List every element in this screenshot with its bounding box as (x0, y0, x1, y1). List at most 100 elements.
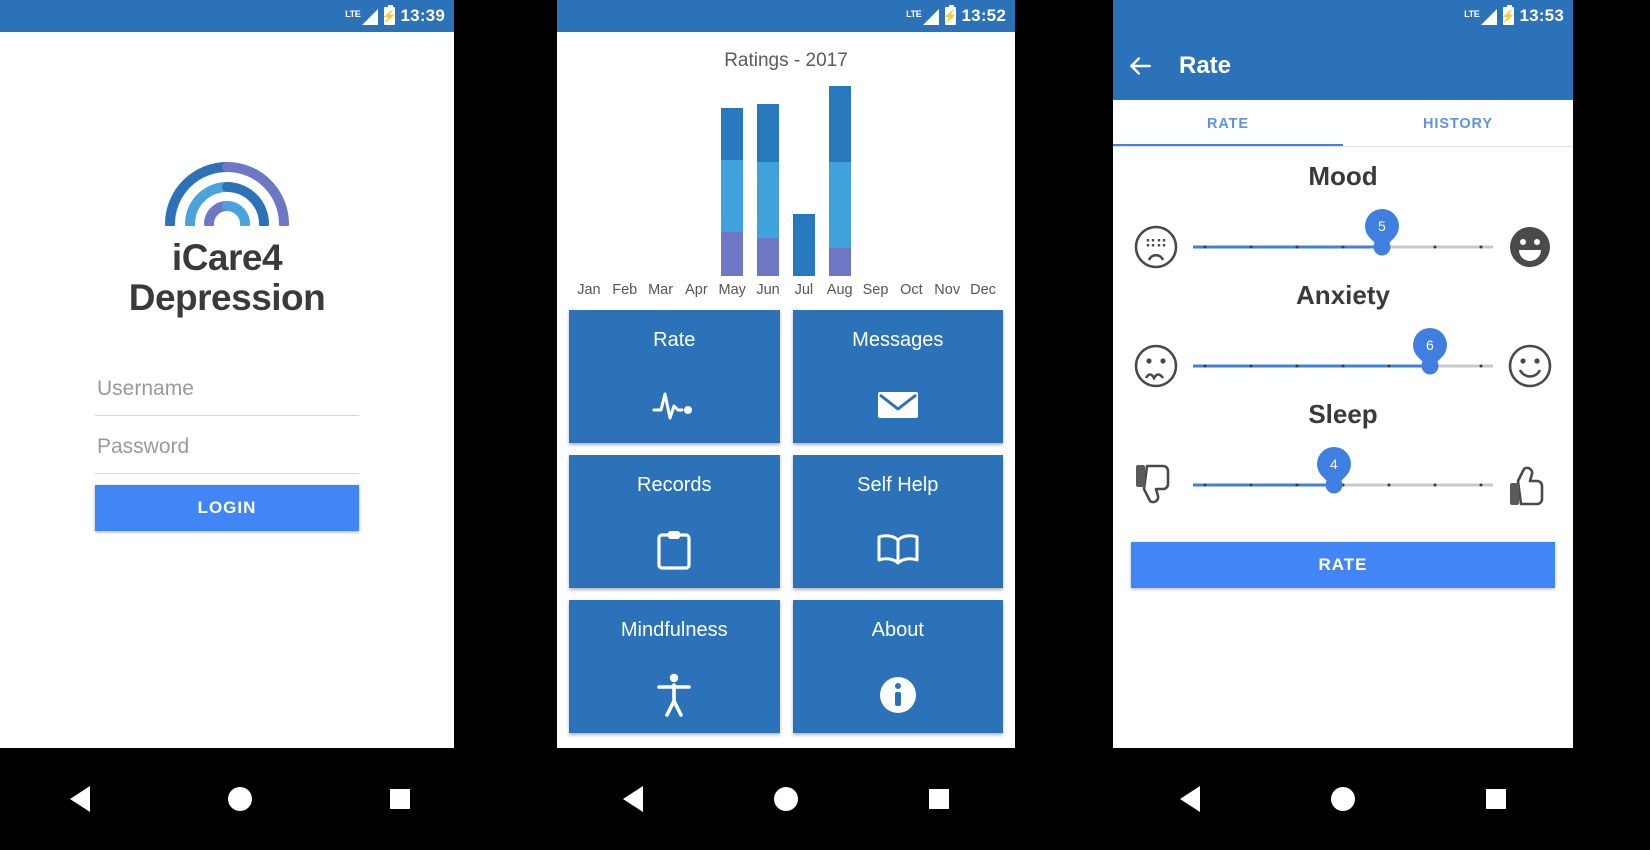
slider-tick (1479, 364, 1483, 368)
bolt-glyph: ⚡ (381, 9, 397, 23)
chart-bar-slot (750, 76, 786, 276)
brand-title: iCare4 Depression (129, 238, 326, 318)
home-nav-icon (1331, 787, 1355, 811)
slider-group-anxiety: Anxiety 6 (1113, 280, 1573, 393)
chart-bar-slot (822, 76, 858, 276)
clipboard-icon (657, 511, 691, 588)
recents-nav-icon (1486, 789, 1507, 809)
slider-tick (1479, 483, 1483, 487)
back-nav-icon (1179, 786, 1200, 812)
nav-recents-button[interactable] (862, 789, 1015, 809)
crying-face-icon (1131, 222, 1181, 272)
slider-tick (1203, 364, 1207, 368)
nav-back-button[interactable] (557, 786, 710, 812)
slider-track-fill (1193, 483, 1334, 487)
chart-bar-segment (757, 162, 780, 238)
lte-label: LTE (906, 8, 922, 19)
slider-track[interactable]: 6 (1193, 320, 1493, 391)
signal-bars-icon (1480, 8, 1497, 25)
chart-bar-segment (757, 238, 780, 276)
signal-bars-icon (922, 8, 939, 25)
slider-group-mood: Mood 5 (1113, 161, 1573, 274)
slider-label: Mood (1308, 161, 1378, 191)
slider-value: 6 (1426, 337, 1434, 354)
phone-dashboard: LTE ⚡ 13:52 Ratings - 2017 Jan Feb Mar Apr M… (557, 0, 1015, 850)
nav-home-button[interactable] (160, 787, 320, 811)
chart-bar-slot (786, 76, 822, 276)
back-nav-icon (70, 786, 91, 812)
slider-tick (1295, 245, 1299, 249)
worried-face-icon (1131, 341, 1181, 391)
chart-month-label: Nov (934, 282, 961, 298)
chart-bar-segment (721, 160, 744, 232)
password-input[interactable] (95, 421, 359, 474)
slider-track-fill (1193, 245, 1382, 249)
tile-rate[interactable]: Rate (569, 310, 780, 443)
lte-label: LTE (345, 8, 361, 19)
android-nav-bar (1113, 748, 1573, 850)
chart-bar (828, 86, 851, 276)
slider-track-fill (1193, 364, 1430, 368)
network-signal-icon: LTE (906, 7, 939, 26)
nav-home-button[interactable] (1266, 787, 1419, 811)
chart-bar-slot (643, 76, 679, 276)
chart-month-label: Oct (900, 282, 923, 298)
slider-track[interactable]: 5 (1193, 201, 1493, 272)
tile-mindfulness[interactable]: Mindfulness (569, 600, 780, 733)
brand-line-1: iCare4 (171, 237, 283, 278)
page-title: Rate (1179, 52, 1232, 79)
chart-month-label: Mar (648, 282, 674, 298)
home-nav-icon (773, 787, 798, 811)
nav-back-button[interactable] (1113, 786, 1266, 812)
tile-records[interactable]: Records (569, 455, 780, 588)
tile-messages[interactable]: Messages (792, 310, 1003, 443)
slider-row: 4 (1113, 439, 1573, 512)
slider-tick (1433, 483, 1437, 487)
nav-back-button[interactable] (0, 786, 160, 812)
status-bar: LTE ⚡ 13:53 (1113, 0, 1573, 32)
android-nav-bar (557, 748, 1015, 850)
tile-label: Mindfulness (620, 619, 728, 641)
chart-bar-slot (714, 76, 750, 276)
slider-track[interactable]: 4 (1193, 439, 1493, 510)
tile-self-help[interactable]: Self Help (792, 455, 1003, 588)
chart-month-label: Jan (577, 282, 601, 298)
login-body: iCare4 Depression LOGIN (0, 32, 454, 531)
menu-tile-grid: Rate Messages Records Self Help Mindfulness A… (569, 310, 1003, 733)
recents-nav-icon (928, 789, 949, 809)
home-nav-icon (228, 787, 252, 811)
app-bar: Rate (1113, 32, 1573, 100)
chart-bar-slot (929, 76, 965, 276)
slider-label: Sleep (1308, 399, 1378, 429)
android-nav-bar (0, 748, 480, 850)
phone-rate: LTE ⚡ 13:53 Rate RATE HISTORY Mood 5 Anx… (1113, 0, 1573, 850)
nav-home-button[interactable] (710, 787, 863, 811)
chart-bar-segment (721, 108, 744, 160)
rate-submit-button[interactable]: RATE (1131, 542, 1555, 588)
slider-label: Anxiety (1296, 280, 1390, 310)
bolt-glyph: ⚡ (942, 9, 958, 23)
tile-label: Rate (653, 329, 696, 351)
tile-about[interactable]: About (792, 600, 1003, 733)
nav-recents-button[interactable] (1420, 789, 1573, 809)
chart-month-label: Sep (862, 282, 889, 298)
battery-charging-icon: ⚡ (942, 5, 958, 25)
chart-bar-segment (757, 104, 780, 162)
chart-bar-slot (571, 76, 607, 276)
login-button[interactable]: LOGIN (95, 484, 359, 531)
slider-tick (1249, 483, 1253, 487)
username-input[interactable] (95, 363, 359, 416)
back-nav-icon (623, 786, 644, 812)
signal-bars-icon (361, 8, 378, 25)
screenshot-stage: LTE ⚡ 13:39 iCare4 Depression Username L… (0, 0, 1650, 850)
status-bar: LTE ⚡ 13:52 (557, 0, 1015, 32)
slider-tick (1203, 245, 1207, 249)
chart-month-label: Jun (756, 282, 780, 298)
chart-bar-segment (828, 248, 851, 276)
back-arrow-icon[interactable] (1127, 53, 1153, 79)
chart-bar-slot (607, 76, 643, 276)
nav-recents-button[interactable] (320, 789, 480, 809)
tab-history[interactable]: HISTORY (1343, 100, 1573, 147)
tab-rate[interactable]: RATE (1113, 100, 1343, 147)
slider-tick (1295, 483, 1299, 487)
